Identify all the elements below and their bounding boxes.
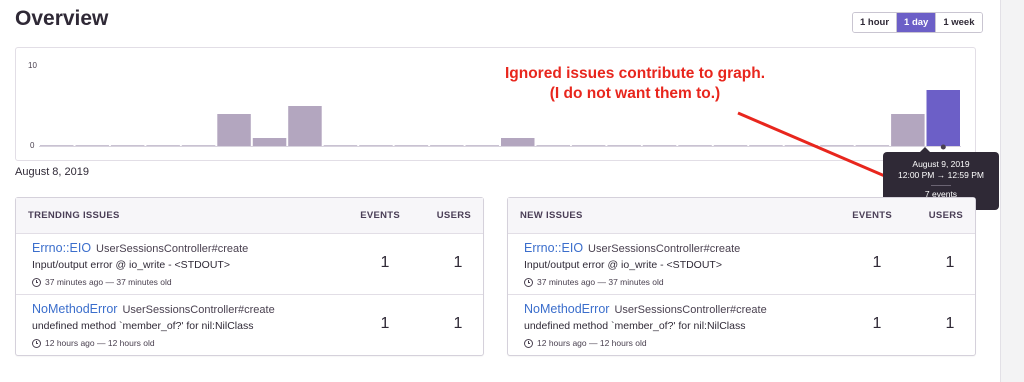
- clock-icon: [524, 277, 533, 287]
- users-column-header: USERS: [928, 210, 963, 221]
- issue-time: 12 hours ago — 12 hours old: [32, 338, 155, 348]
- events-column-header: EVENTS: [360, 210, 400, 221]
- chart-bar[interactable]: [252, 138, 287, 146]
- range-1-week-button[interactable]: 1 week: [936, 13, 982, 32]
- issue-title: NoMethodError UserSessionsController#crea…: [524, 302, 767, 316]
- trending-issues-header: TRENDING ISSUES EVENTS USERS: [16, 198, 483, 234]
- clock-icon: [32, 277, 41, 287]
- time-range-selector: 1 hour 1 day 1 week: [852, 12, 983, 33]
- chart-bar[interactable]: [855, 145, 890, 146]
- issue-message: undefined method `member_of?' for nil:Ni…: [32, 320, 254, 332]
- range-1-hour-button[interactable]: 1 hour: [853, 13, 898, 32]
- issue-message: Input/output error @ io_write - <STDOUT>: [524, 259, 722, 271]
- tooltip-divider: [931, 185, 951, 186]
- issue-title: Errno::EIO UserSessionsController#create: [32, 241, 248, 255]
- chart-bar[interactable]: [536, 145, 571, 146]
- issue-type-link[interactable]: NoMethodError: [524, 302, 609, 316]
- issue-users-count: 1: [453, 315, 463, 332]
- issue-time: 37 minutes ago — 37 minutes old: [524, 277, 664, 287]
- chart-bar[interactable]: [749, 145, 783, 146]
- chart-bar[interactable]: [288, 106, 322, 146]
- issue-events-count: 1: [380, 254, 390, 271]
- range-1-day-button[interactable]: 1 day: [897, 13, 937, 32]
- issue-events-count: 1: [872, 254, 882, 271]
- page-title: Overview: [15, 7, 109, 30]
- chart-bar[interactable]: [181, 145, 216, 146]
- chart-bar[interactable]: [146, 145, 180, 146]
- issue-culprit: UserSessionsController#create: [614, 304, 767, 316]
- chart-bar[interactable]: [465, 145, 500, 146]
- clock-icon: [524, 338, 533, 348]
- issue-time-text: 37 minutes ago — 37 minutes old: [537, 277, 664, 287]
- issue-time-text: 12 hours ago — 12 hours old: [45, 338, 155, 348]
- issue-users-count: 1: [945, 315, 955, 332]
- chart-bar[interactable]: [820, 145, 854, 146]
- chart-bar[interactable]: [571, 145, 606, 146]
- issue-message: Input/output error @ io_write - <STDOUT>: [32, 259, 230, 271]
- chart-date-label: August 8, 2019: [15, 166, 90, 178]
- new-issues-header: NEW ISSUES EVENTS USERS: [508, 198, 975, 234]
- trending-issues-panel: TRENDING ISSUES EVENTS USERS Errno::EIOU…: [15, 197, 484, 356]
- issue-culprit: UserSessionsController#create: [96, 243, 249, 255]
- annotation-text: Ignored issues contribute to graph. (I d…: [470, 64, 800, 104]
- issue-type-link[interactable]: NoMethodError: [32, 302, 117, 316]
- annotation-line-1: Ignored issues contribute to graph.: [504, 65, 766, 82]
- issue-row[interactable]: NoMethodError UserSessionsController#crea…: [16, 295, 483, 356]
- y-tick-label-max: 10: [28, 61, 37, 70]
- y-tick-label-zero: 0: [30, 141, 35, 150]
- issue-row[interactable]: NoMethodError UserSessionsController#crea…: [508, 295, 975, 356]
- chart-bar[interactable]: [217, 114, 251, 146]
- chart-bar[interactable]: [359, 145, 393, 146]
- issue-culprit: UserSessionsController#create: [122, 304, 275, 316]
- users-column-header: USERS: [436, 210, 471, 221]
- issue-title: Errno::EIO UserSessionsController#create: [524, 241, 740, 255]
- new-issues-title: NEW ISSUES: [520, 210, 583, 221]
- issue-type-link[interactable]: Errno::EIO: [524, 241, 583, 255]
- new-issues-panel: NEW ISSUES EVENTS USERS Errno::EIOUserSe…: [507, 197, 976, 356]
- clock-icon: [32, 338, 41, 348]
- chart-bar[interactable]: [40, 145, 74, 146]
- issue-time: 12 hours ago — 12 hours old: [524, 338, 647, 348]
- trending-issues-title: TRENDING ISSUES: [28, 210, 120, 221]
- chart-bar-highlighted[interactable]: [926, 90, 961, 146]
- chart-hover-marker: [940, 144, 946, 150]
- chart-bar[interactable]: [394, 145, 429, 146]
- issue-time: 37 minutes ago — 37 minutes old: [32, 277, 172, 287]
- tooltip-date: August 9, 2019: [912, 159, 970, 169]
- issue-time-text: 37 minutes ago — 37 minutes old: [45, 277, 172, 287]
- chart-bar[interactable]: [713, 145, 748, 146]
- chart-bar[interactable]: [607, 145, 641, 146]
- issue-users-count: 1: [453, 254, 463, 271]
- chart-bar[interactable]: [891, 114, 925, 146]
- annotation-line-2: (I do not want them to.): [549, 85, 721, 102]
- issue-title: NoMethodError UserSessionsController#crea…: [32, 302, 275, 316]
- chart-bar[interactable]: [110, 145, 145, 146]
- chart-bar[interactable]: [678, 145, 712, 146]
- issue-row[interactable]: Errno::EIO UserSessionsController#create …: [508, 234, 975, 295]
- issue-users-count: 1: [945, 254, 955, 271]
- issue-events-count: 1: [872, 315, 882, 332]
- right-gutter: [1000, 0, 1024, 382]
- issue-message: undefined method `member_of?' for nil:Ni…: [524, 320, 746, 332]
- issue-row[interactable]: Errno::EIO UserSessionsController#create …: [16, 234, 483, 295]
- chart-bar[interactable]: [430, 145, 464, 146]
- chart-bar[interactable]: [75, 145, 110, 146]
- tooltip-pointer: [920, 147, 930, 152]
- chart-bar[interactable]: [784, 145, 819, 146]
- chart-bar[interactable]: [501, 138, 535, 146]
- tooltip-time-range: 12:00 PM → 12:59 PM: [898, 170, 984, 180]
- issue-events-count: 1: [380, 315, 390, 332]
- chart-bar[interactable]: [323, 145, 358, 146]
- issue-type-link[interactable]: Errno::EIO: [32, 241, 91, 255]
- issue-culprit: UserSessionsController#create: [588, 243, 741, 255]
- events-column-header: EVENTS: [852, 210, 892, 221]
- chart-bar[interactable]: [642, 145, 677, 146]
- issue-time-text: 12 hours ago — 12 hours old: [537, 338, 647, 348]
